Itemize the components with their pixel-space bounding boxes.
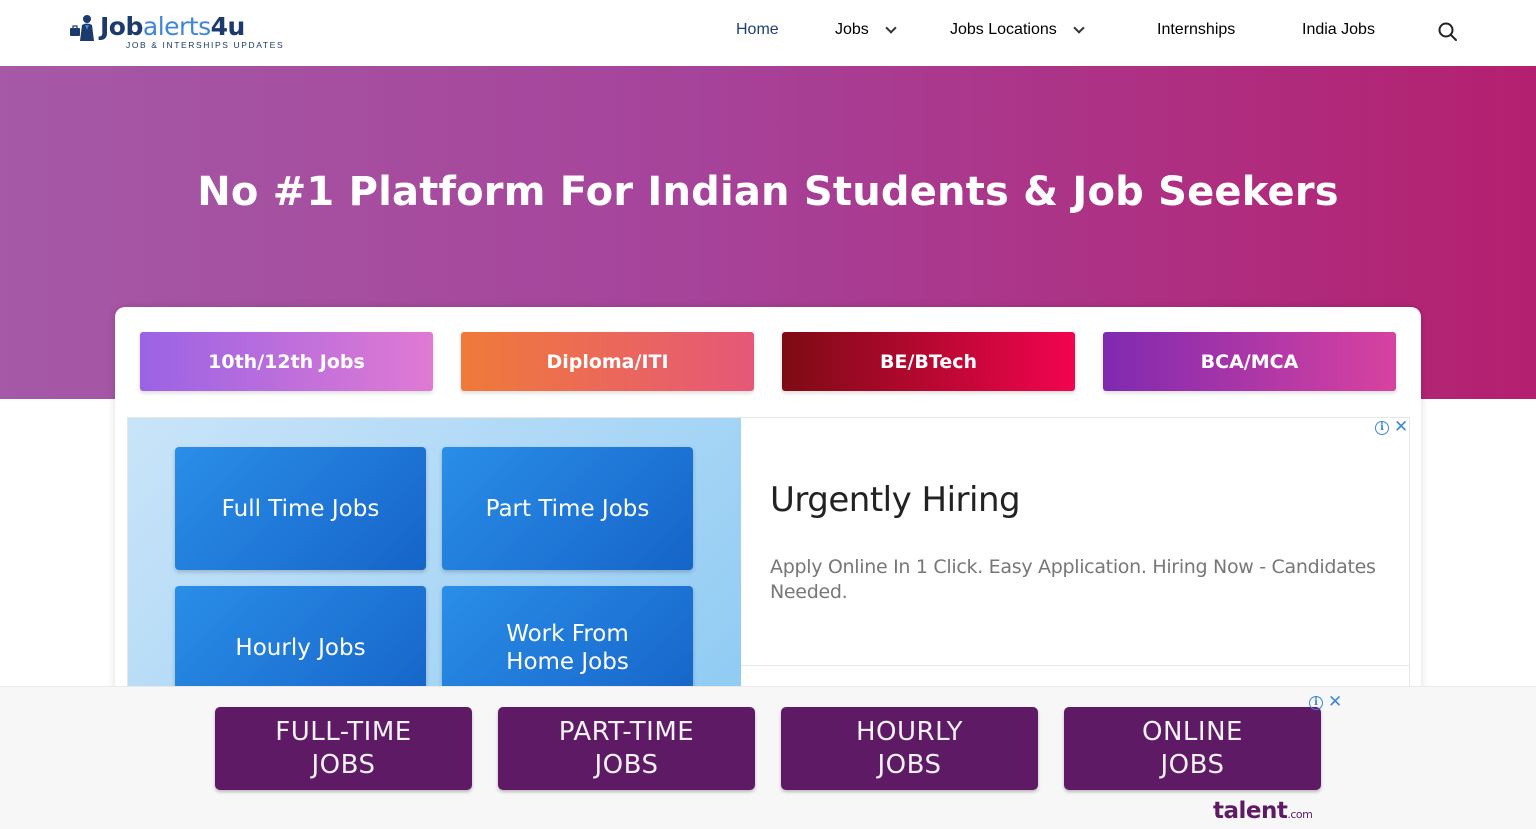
ad-tile-work-from-home-jobs[interactable]: Work From Home Jobs [442,586,693,696]
nav-jobs-label: Jobs [835,21,869,38]
nav-internships[interactable]: Internships [1157,21,1235,39]
close-icon[interactable]: ✕ [1328,694,1342,711]
ad-tile-part-time-jobs[interactable]: Part Time Jobs [442,447,693,570]
bottom-ad-tile-line1: ONLINE [1142,716,1243,747]
talent-brand-logo[interactable]: talent.com [1213,798,1313,824]
ad-image-panel: Full Time Jobs Part Time Jobs Hourly Job… [128,418,741,696]
ad-tile-full-time-jobs[interactable]: Full Time Jobs [175,447,426,570]
ad-description: Apply Online In 1 Click. Easy Applicatio… [770,556,1376,603]
category-button-10th-12th[interactable]: 10th/12th Jobs [140,332,433,391]
display-ad[interactable]: Full Time Jobs Part Time Jobs Hourly Job… [127,417,1410,697]
bottom-ad-tile-line1: PART-TIME [558,716,695,747]
adchoices-info-icon[interactable]: i [1375,421,1389,435]
hero-title: No #1 Platform For Indian Students & Job… [197,169,1339,215]
nav-india-jobs-label: India Jobs [1302,21,1375,38]
nav-home[interactable]: Home [736,21,779,39]
category-button-bca-mca[interactable]: BCA/MCA [1103,332,1396,391]
bottom-ad-tile-full-time[interactable]: FULL-TIME JOBS [215,707,472,790]
ad-headline[interactable]: Urgently Hiring [770,480,1021,520]
logo-person-icon [70,15,94,41]
nav-jobs-locations[interactable]: Jobs Locations [950,21,1085,39]
bottom-ad-tile-part-time[interactable]: PART-TIME JOBS [498,707,755,790]
chevron-down-icon [1073,21,1085,34]
close-icon[interactable]: ✕ [1394,419,1408,436]
bottom-ad-tile-line2: JOBS [311,749,376,780]
bottom-ad-tile-line1: HOURLY [855,716,964,747]
bottom-ad-tile-online[interactable]: ONLINE JOBS [1064,707,1321,790]
nav-jobs-locations-label: Jobs Locations [950,21,1057,38]
bottom-ad-tile-hourly[interactable]: HOURLY JOBS [781,707,1038,790]
logo-tagline: JOB & INTERSHIPS UPDATES [126,40,285,50]
nav-india-jobs[interactable]: India Jobs [1302,21,1375,39]
bottom-anchor-ad: FULL-TIME JOBS PART-TIME JOBS HOURLY JOBS O… [0,686,1536,829]
bottom-ad-tile-line2: JOBS [877,749,942,780]
chevron-down-icon [885,21,897,34]
logo-wordmark: Jobalerts4u [100,12,245,41]
talent-brand-name: talent [1213,798,1288,824]
site-logo[interactable]: Jobalerts4u JOB & INTERSHIPS UPDATES [68,12,283,54]
nav-home-label: Home [736,21,779,38]
bottom-ad-tile-line2: JOBS [594,749,659,780]
bottom-ad-tile-line2: JOBS [1160,749,1225,780]
category-button-diploma-iti[interactable]: Diploma/ITI [461,332,754,391]
nav-jobs[interactable]: Jobs [835,21,897,39]
site-header: Jobalerts4u JOB & INTERSHIPS UPDATES Hom… [0,0,1536,66]
category-button-be-btech[interactable]: BE/BTech [782,332,1075,391]
adchoices-info-icon[interactable]: i [1309,696,1323,710]
search-icon[interactable] [1437,21,1459,43]
ad-tile-hourly-jobs[interactable]: Hourly Jobs [175,586,426,696]
nav-internships-label: Internships [1157,21,1236,38]
ad-divider [741,665,1409,666]
bottom-ad-tile-line1: FULL-TIME [275,716,412,747]
talent-brand-suffix: .com [1287,808,1313,821]
